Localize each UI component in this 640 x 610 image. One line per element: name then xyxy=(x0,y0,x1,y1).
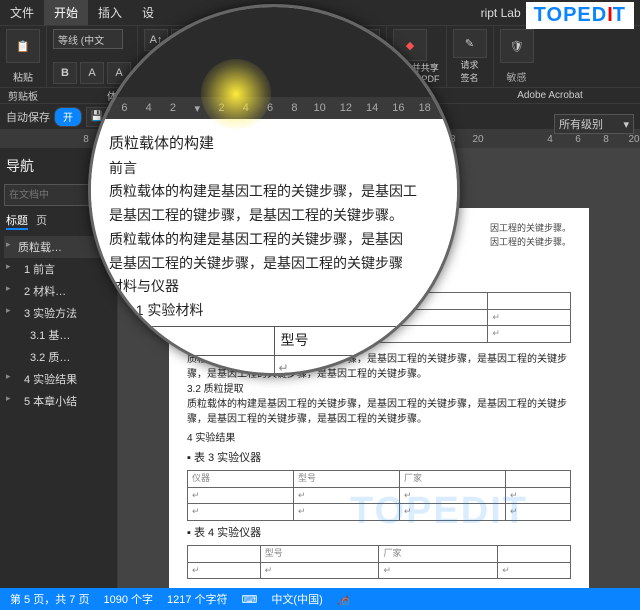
chevron-down-icon: ▾ xyxy=(623,118,629,131)
status-bar: 第 5 页，共 7 页 1090 个字 1217 个字符 ⌨ 中文(中国) 🦽 xyxy=(0,588,640,610)
paste-label: 粘贴 xyxy=(6,69,40,84)
table3-caption: ▪ 表 3 实验仪器 xyxy=(187,450,571,467)
status-pages[interactable]: 第 5 页，共 7 页 xyxy=(10,591,89,607)
lens-ruler: 8642▾2468101214161820 xyxy=(91,97,457,119)
bold-button[interactable]: B xyxy=(53,62,77,84)
lens-document: 质粒载体的构建 前言 质粒载体的构建是基因工程的关键步骤，是基因工 是基因工程的… xyxy=(91,119,457,376)
brand-logo: TOPEDIT xyxy=(526,2,634,29)
menu-home[interactable]: 开始 xyxy=(44,0,88,25)
table-3: 仪器型号厂家 ↵↵↵↵ ↵↵↵↵ xyxy=(187,470,571,521)
lens-title: 质粒载体的构建 xyxy=(109,131,439,157)
status-access-icon: 🦽 xyxy=(337,593,351,606)
status-chars[interactable]: 1217 个字符 xyxy=(167,591,228,607)
ribbon-clipboard: 📋 粘贴 xyxy=(0,26,47,87)
ribbon-sens: 🛡 敏感 xyxy=(494,26,540,87)
menu-scriptlab-a[interactable]: ript Lab xyxy=(471,0,531,25)
table-4: 型号厂家 ↵↵↵↵ xyxy=(187,545,571,579)
magnifier-lens: 8642▾2468101214161820 质粒载体的构建 前言 质粒载体的构建… xyxy=(88,4,460,376)
table4-caption: ▪ 表 4 实验仪器 xyxy=(187,525,571,542)
sensitivity-button[interactable]: 🛡 xyxy=(500,29,534,63)
request-sign-button[interactable]: ✎ xyxy=(453,29,487,58)
outline-level-select[interactable]: 所有级别▾ xyxy=(554,114,634,134)
status-words[interactable]: 1090 个字 xyxy=(103,591,153,607)
status-lang[interactable]: 中文(中国) xyxy=(271,591,322,607)
lens-table-1: 仪器型号 ↵↵ ↵↵ xyxy=(109,326,439,376)
status-ime-icon: ⌨ xyxy=(242,593,258,606)
nav-tab-headings[interactable]: 标题 xyxy=(6,212,28,230)
lens-preface: 前言 xyxy=(109,157,439,181)
lens-table1-caption: ▪ 表 1 实验材料 xyxy=(109,299,439,323)
menu-file[interactable]: 文件 xyxy=(0,0,44,25)
autosave-label: 自动保存 xyxy=(6,109,50,125)
paste-button[interactable]: 📋 xyxy=(6,29,40,63)
nav-tree-item[interactable]: 5 本章小结 xyxy=(4,390,113,412)
autosave-toggle[interactable]: 开 xyxy=(54,107,82,127)
nav-tab-pages[interactable]: 页 xyxy=(36,212,47,230)
